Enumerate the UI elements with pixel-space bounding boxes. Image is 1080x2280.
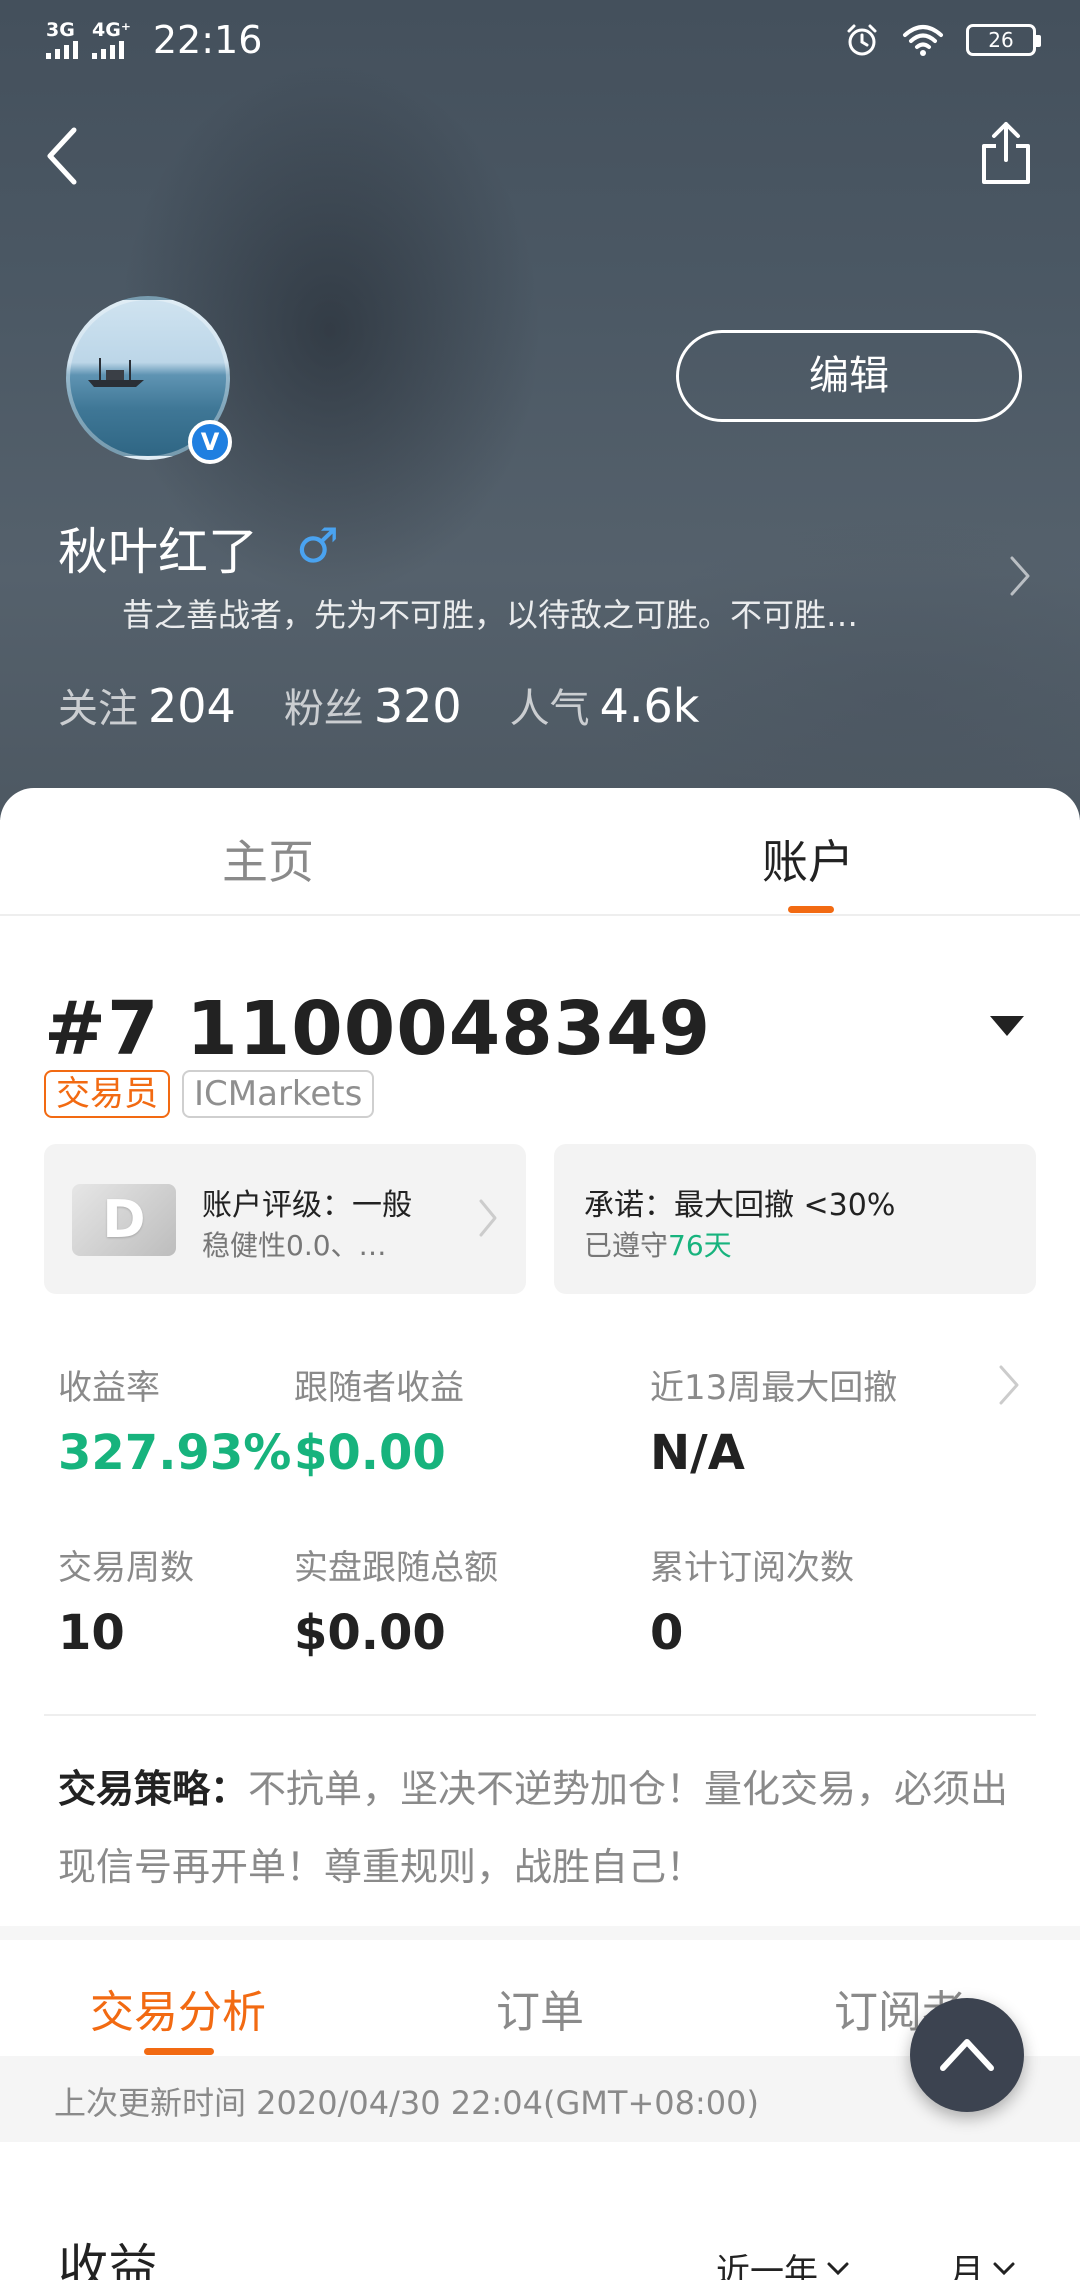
stat-value: 320 bbox=[373, 679, 462, 733]
metric-subscriptions: 累计订阅次数 0 bbox=[650, 1540, 854, 1661]
metric-value: $0.00 bbox=[294, 1605, 446, 1661]
stat-following[interactable]: 关注 204 bbox=[58, 676, 236, 734]
period-filter-label: 近一年 bbox=[716, 2252, 818, 2280]
scroll-to-top-button[interactable] bbox=[910, 1998, 1024, 2112]
status-right: 26 bbox=[844, 22, 1041, 58]
metric-label: 收益率 bbox=[58, 1368, 160, 1408]
promise-days: 76天 bbox=[668, 1229, 732, 1262]
tab-home[interactable]: 主页 bbox=[222, 826, 314, 892]
male-gender-icon: ♂ bbox=[296, 518, 340, 574]
edit-profile-button[interactable]: 编辑 bbox=[676, 330, 1022, 422]
user-bio[interactable]: 昔之善战者，先为不可胜，以待敌之可胜。不可胜… bbox=[122, 590, 942, 636]
profile-tabs: 主页 账户 bbox=[0, 788, 1080, 916]
back-button[interactable] bbox=[36, 120, 96, 190]
stat-value: 204 bbox=[148, 679, 236, 733]
metric-value: $0.00 bbox=[294, 1425, 446, 1481]
metric-real-follow: 实盘跟随总额 $0.00 bbox=[294, 1540, 498, 1661]
tab-trade-analysis[interactable]: 交易分析 bbox=[90, 1976, 266, 2040]
rating-title: 账户评级：一般 bbox=[202, 1188, 412, 1223]
income-title: 收益 bbox=[58, 2239, 158, 2280]
divider bbox=[44, 1714, 1036, 1716]
promise-title: 承诺：最大回撤 <30% bbox=[584, 1188, 896, 1223]
stat-value: 4.6k bbox=[599, 679, 700, 733]
unit-filter-label: 月 bbox=[950, 2252, 984, 2280]
metric-label: 跟随者收益 bbox=[294, 1368, 464, 1408]
battery-level: 26 bbox=[988, 28, 1014, 52]
metric-return: 收益率 327.93% bbox=[58, 1360, 291, 1481]
metric-value: N/A bbox=[650, 1425, 745, 1481]
triangle-down-icon bbox=[990, 1016, 1024, 1036]
metric-label: 累计订阅次数 bbox=[650, 1548, 854, 1588]
account-number: #7 1100048349 bbox=[44, 986, 712, 1072]
tab-orders[interactable]: 订单 bbox=[496, 1976, 584, 2040]
account-tags: 交易员 ICMarkets bbox=[44, 1070, 375, 1118]
chevron-right-icon bbox=[479, 1199, 497, 1237]
stat-label: 关注 bbox=[58, 686, 138, 732]
chevron-right-icon bbox=[999, 1365, 1019, 1405]
profile-header: 3G 4G⁺ 22:16 26 V 编辑 秋叶红了 ♂ 昔之善战者，先为不可胜，… bbox=[0, 0, 1080, 820]
tab-account[interactable]: 账户 bbox=[762, 826, 854, 892]
chevron-down-icon bbox=[827, 2262, 849, 2275]
promise-subtitle: 已遵守76天 bbox=[584, 1224, 732, 1264]
tab-active-indicator bbox=[788, 906, 834, 913]
metric-max-drawdown[interactable]: 近13周最大回撤 N/A bbox=[650, 1360, 897, 1481]
clock: 22:16 bbox=[152, 18, 263, 62]
content-sheet: 主页 账户 #7 1100048349 交易员 ICMarkets D 账户评级… bbox=[0, 788, 1080, 2280]
metric-label: 实盘跟随总额 bbox=[294, 1548, 498, 1588]
account-dropdown[interactable] bbox=[988, 1014, 1026, 1038]
strategy-label: 交易策略： bbox=[58, 1767, 249, 1811]
rating-subtitle: 稳健性0.0、… bbox=[202, 1229, 387, 1262]
signal-4g-icon: 4G⁺ bbox=[92, 21, 131, 59]
chevron-down-icon bbox=[993, 2262, 1015, 2275]
metric-label: 近13周最大回撤 bbox=[650, 1368, 898, 1408]
stat-label: 人气 bbox=[509, 686, 590, 732]
rating-card[interactable]: D 账户评级：一般 稳健性0.0、… bbox=[44, 1144, 526, 1294]
network-3g-label: 3G bbox=[46, 19, 75, 41]
boat-icon bbox=[88, 358, 144, 387]
verified-icon: V bbox=[188, 420, 232, 464]
stat-popularity: 人气 4.6k bbox=[510, 676, 700, 734]
user-name: 秋叶红了 bbox=[58, 523, 258, 581]
trading-strategy: 交易策略：不抗单，坚决不逆势加仓！量化交易，必须出现信号再开单！尊重规则，战胜自… bbox=[58, 1750, 1038, 1906]
status-bar: 3G 4G⁺ 22:16 26 bbox=[0, 0, 1080, 84]
period-filter[interactable]: 近一年 bbox=[716, 2244, 850, 2280]
last-update-time: 上次更新时间 2020/04/30 22:04(GMT+08:00) bbox=[54, 2084, 759, 2122]
chevron-up-icon bbox=[940, 2039, 994, 2071]
alarm-icon bbox=[847, 24, 877, 56]
chevron-right-icon bbox=[1010, 556, 1030, 596]
promise-prefix: 已遵守 bbox=[584, 1229, 669, 1262]
share-button[interactable] bbox=[976, 118, 1036, 188]
signal-3g-icon: 3G bbox=[46, 21, 78, 59]
metric-value: 327.93% bbox=[58, 1425, 292, 1481]
share-icon bbox=[982, 122, 1030, 184]
bio-arrow[interactable] bbox=[1006, 552, 1034, 600]
stat-label: 粉丝 bbox=[283, 686, 364, 732]
broker-tag: ICMarkets bbox=[182, 1070, 375, 1118]
profile-stats: 关注 204 粉丝 320 人气 4.6k bbox=[58, 676, 699, 734]
network-4g-label: 4G⁺ bbox=[92, 19, 131, 41]
metrics-more-arrow[interactable] bbox=[996, 1362, 1022, 1408]
status-left: 3G 4G⁺ 22:16 bbox=[46, 18, 262, 62]
metric-trade-weeks: 交易周数 10 bbox=[58, 1540, 194, 1661]
battery-icon: 26 bbox=[966, 24, 1041, 56]
unit-filter[interactable]: 月 bbox=[950, 2244, 1016, 2280]
avatar[interactable]: V bbox=[66, 296, 232, 464]
rating-badge: D bbox=[72, 1184, 176, 1256]
section-gap bbox=[0, 1926, 1080, 1940]
stat-followers[interactable]: 粉丝 320 bbox=[284, 676, 462, 734]
metric-value: 10 bbox=[58, 1605, 125, 1661]
metric-value: 0 bbox=[650, 1605, 684, 1661]
promise-card: 承诺：最大回撤 <30% 已遵守76天 bbox=[554, 1144, 1036, 1294]
metric-follower-income: 跟随者收益 $0.00 bbox=[294, 1360, 464, 1481]
metric-label: 交易周数 bbox=[58, 1548, 194, 1588]
wifi-icon bbox=[903, 25, 943, 56]
subtab-active-indicator bbox=[144, 2048, 214, 2055]
role-tag: 交易员 bbox=[44, 1070, 170, 1118]
chevron-left-icon bbox=[47, 127, 77, 185]
